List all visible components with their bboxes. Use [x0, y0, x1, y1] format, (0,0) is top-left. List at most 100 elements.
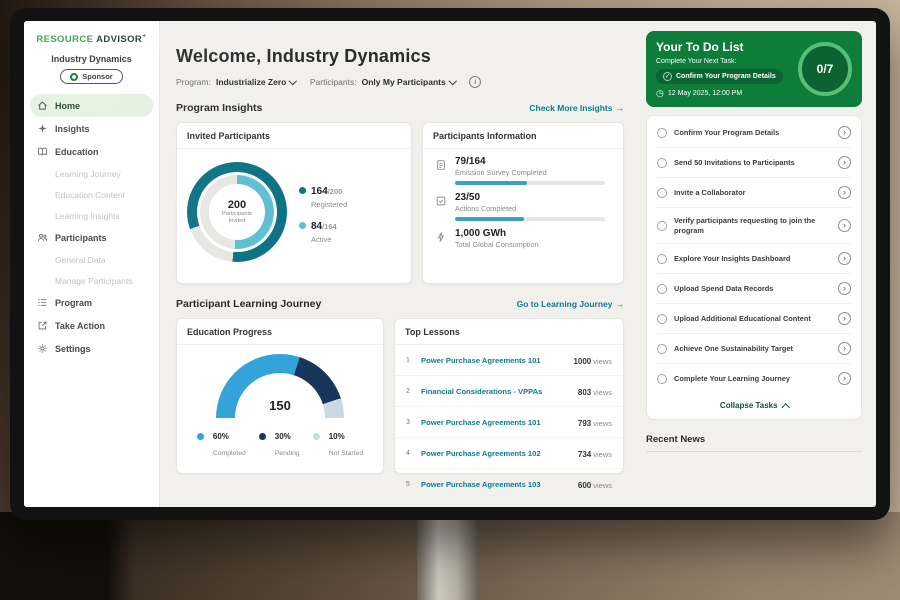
- todo-due: ◷ 12 May 2025, 12:00 PM: [656, 89, 783, 98]
- task-row[interactable]: Achieve One Sustainability Target ›: [657, 334, 851, 364]
- task-row[interactable]: Upload Additional Educational Content ›: [657, 304, 851, 334]
- sidebar-item-general-data[interactable]: General Data: [24, 249, 159, 270]
- task-checkbox[interactable]: [657, 284, 667, 294]
- app-logo: RESOURCE ADVISOR+: [24, 33, 159, 45]
- clock-icon: ◷: [656, 89, 664, 98]
- info-icon[interactable]: i: [469, 76, 481, 88]
- participants-information-card: Participants Information 79/164 Emission…: [422, 122, 624, 284]
- gauge-center-value: 150: [216, 399, 344, 412]
- task-row[interactable]: Complete Your Learning Journey ›: [657, 364, 851, 393]
- logo-primary: RESOURCE: [36, 34, 93, 45]
- sidebar-item-take-action[interactable]: Take Action: [24, 314, 159, 337]
- logo-secondary: ADVISOR: [96, 34, 142, 45]
- invited-donut-chart: 200 Participants Invited: [187, 162, 287, 262]
- task-checkbox[interactable]: [657, 128, 667, 138]
- donut-legend: 164/200 Registered 84/164 Active: [299, 174, 347, 251]
- legend-item: 10%Not Started: [313, 433, 363, 460]
- sidebar-item-settings[interactable]: Settings: [24, 337, 159, 360]
- sidebar-item-participants[interactable]: Participants: [24, 226, 159, 249]
- info-row: 23/50 Actions Completed: [423, 185, 623, 221]
- collapse-tasks-button[interactable]: Collapse Tasks: [657, 393, 851, 417]
- sidebar-item-home[interactable]: Home: [30, 94, 153, 117]
- task-checkbox[interactable]: [657, 188, 667, 198]
- task-chevron-icon[interactable]: ›: [838, 342, 851, 355]
- sidebar-item-program[interactable]: Program: [24, 291, 159, 314]
- lesson-link[interactable]: Power Purchase Agreements 101: [421, 418, 571, 427]
- task-row[interactable]: Invite a Collaborator ›: [657, 178, 851, 208]
- education-progress-card: Education Progress 150 Participants 60%C…: [176, 318, 384, 474]
- task-chevron-icon[interactable]: ›: [838, 252, 851, 265]
- learning-journey-title: Participant Learning Journey: [176, 298, 321, 310]
- lesson-row: 3 Power Purchase Agreements 101 793views: [395, 407, 623, 438]
- go-to-learning-journey-link[interactable]: Go to Learning Journey→: [517, 299, 624, 309]
- survey-icon: [435, 158, 447, 185]
- lesson-link[interactable]: Power Purchase Agreements 102: [421, 449, 571, 458]
- lesson-row: 1 Power Purchase Agreements 101 1000view…: [395, 345, 623, 376]
- sidebar-item-education-content[interactable]: Education Content: [24, 184, 159, 205]
- todo-subtitle: Complete Your Next Task:: [656, 58, 783, 65]
- todo-panel: Your To Do List Complete Your Next Task:…: [636, 21, 876, 507]
- next-task-chip[interactable]: ✓ Confirm Your Program Details: [656, 69, 783, 84]
- sidebar-nav: Home Insights Education Learning Journey…: [24, 94, 159, 360]
- donut-center-value: 200: [228, 199, 246, 211]
- check-more-insights-link[interactable]: Check More Insights→: [529, 103, 624, 113]
- chevron-down-icon: [289, 77, 297, 85]
- lesson-row: 5 Power Purchase Agreements 103 600views: [395, 469, 623, 499]
- education-gauge-chart: 150 Participants: [216, 354, 344, 418]
- todo-progress-ring: 0/7: [798, 42, 852, 96]
- gauge-legend: 60%Completed 30%Pending 10%Not Started: [177, 433, 383, 460]
- progress-bar: [455, 181, 605, 185]
- participants-select[interactable]: Only My Participants: [362, 77, 456, 87]
- task-chevron-icon[interactable]: ›: [838, 186, 851, 199]
- task-checkbox[interactable]: [657, 314, 667, 324]
- task-checkbox[interactable]: [657, 254, 667, 264]
- sidebar-item-manage-participants[interactable]: Manage Participants: [24, 270, 159, 291]
- task-row[interactable]: Send 50 Invitations to Participants ›: [657, 148, 851, 178]
- progress-fill: [455, 181, 527, 185]
- task-chevron-icon[interactable]: ›: [838, 282, 851, 295]
- lesson-link[interactable]: Power Purchase Agreements 103: [421, 480, 571, 489]
- task-row[interactable]: Confirm Your Program Details ›: [657, 118, 851, 148]
- task-chevron-icon[interactable]: ›: [838, 372, 851, 385]
- task-row[interactable]: Explore Your Insights Dashboard ›: [657, 244, 851, 274]
- invited-participants-title: Invited Participants: [177, 123, 411, 149]
- lesson-row: 2 Financial Considerations - VPPAs 803vi…: [395, 376, 623, 407]
- program-icon: [37, 297, 48, 308]
- sidebar-item-learning-journey[interactable]: Learning Journey: [24, 163, 159, 184]
- task-checkbox[interactable]: [657, 221, 667, 231]
- arrow-right-icon: →: [616, 299, 625, 309]
- sidebar-item-education[interactable]: Education: [24, 140, 159, 163]
- legend-item: 30%Pending: [259, 433, 300, 460]
- task-checkbox[interactable]: [657, 374, 667, 384]
- chevron-up-icon: [781, 403, 789, 411]
- program-filter-label: Program:: [176, 77, 211, 87]
- lesson-link[interactable]: Financial Considerations - VPPAs: [421, 387, 571, 396]
- legend-item: 164/200 Registered: [299, 181, 347, 209]
- progress-bar: [455, 217, 605, 221]
- task-chevron-icon[interactable]: ›: [838, 219, 851, 232]
- task-checkbox[interactable]: [657, 344, 667, 354]
- tasks-list-card: Confirm Your Program Details › Send 50 I…: [646, 115, 862, 420]
- sidebar-item-learning-insights[interactable]: Learning Insights: [24, 205, 159, 226]
- recent-news-title: Recent News: [646, 434, 862, 452]
- task-chevron-icon[interactable]: ›: [838, 156, 851, 169]
- sidebar: RESOURCE ADVISOR+ Industry Dynamics Spon…: [24, 21, 160, 507]
- legend-dot: [197, 433, 204, 440]
- task-chevron-icon[interactable]: ›: [838, 126, 851, 139]
- lesson-link[interactable]: Power Purchase Agreements 101: [421, 356, 566, 365]
- top-lessons-card: Top Lessons 1 Power Purchase Agreements …: [394, 318, 624, 474]
- sidebar-item-insights[interactable]: Insights: [24, 117, 159, 140]
- logo-plus: +: [142, 33, 147, 40]
- task-checkbox[interactable]: [657, 158, 667, 168]
- education-icon: [37, 146, 48, 157]
- sponsor-badge[interactable]: Sponsor: [60, 69, 122, 84]
- legend-dot: [299, 222, 306, 229]
- actions-icon: [435, 194, 447, 221]
- task-row[interactable]: Verify participants requesting to join t…: [657, 208, 851, 244]
- program-select[interactable]: Industrialize Zero: [216, 77, 296, 87]
- home-icon: [37, 100, 48, 111]
- task-row[interactable]: Upload Spend Data Records ›: [657, 274, 851, 304]
- page-title: Welcome, Industry Dynamics: [176, 46, 624, 67]
- task-chevron-icon[interactable]: ›: [838, 312, 851, 325]
- program-insights-title: Program Insights: [176, 102, 262, 114]
